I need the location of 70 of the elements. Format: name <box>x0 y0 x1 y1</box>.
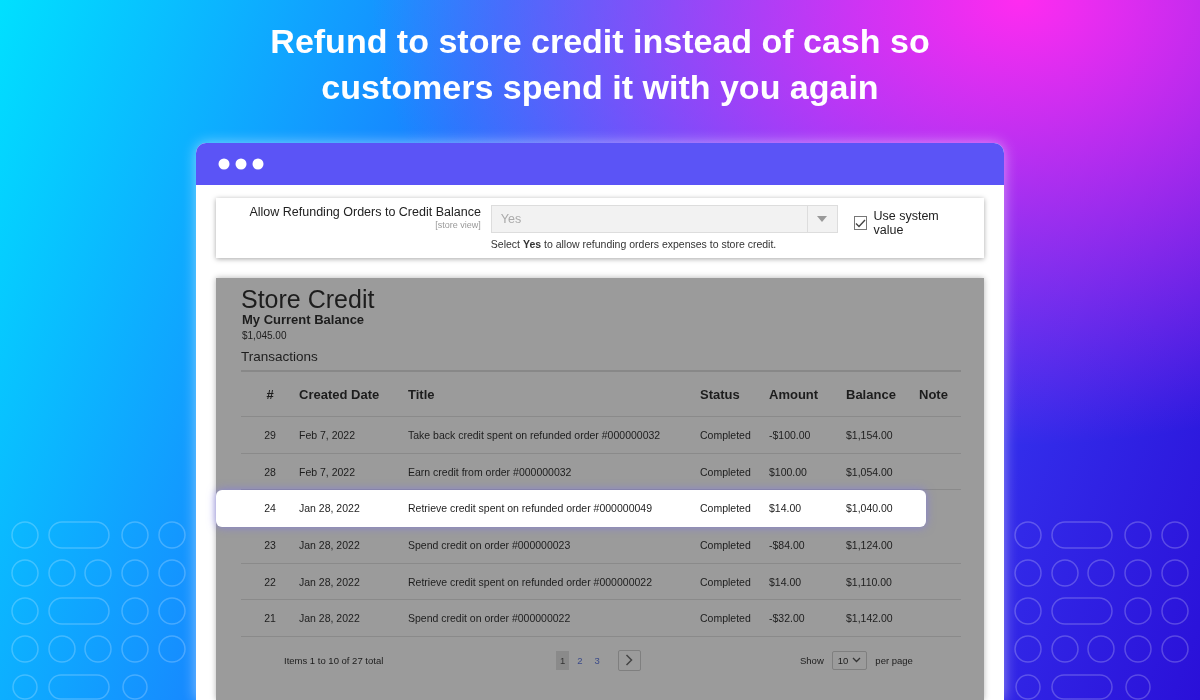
table-cell-text: $14.00 <box>769 502 803 515</box>
section-heading: Transactions <box>241 349 961 372</box>
column-header: Created Date <box>299 386 381 402</box>
table-row[interactable]: 29 Feb 7, 2022 Take back credit spent on refunded order #000000032 Completed -$100.00 $1,154.00 <box>241 417 961 454</box>
table-cell-text: $14.00 <box>769 575 803 588</box>
table-cell-text: 29 <box>263 428 277 441</box>
table-cell-text: 22 <box>263 575 277 588</box>
table-cell-text: Retrieve credit spent on refunded order #000000049 <box>408 502 653 515</box>
dropdown-arrow-icon <box>817 216 828 222</box>
table-cell-text: $1,142.00 <box>846 612 894 625</box>
table-cell-text: -$32.00 <box>769 612 806 625</box>
page-link[interactable]: 1 <box>556 650 570 670</box>
table-cell-text: Earn credit from order #000000032 <box>408 465 573 478</box>
per-page-label: per page <box>875 654 913 666</box>
table-row[interactable]: 21 Jan 28, 2022 Spend credit on order #000000022 Completed -$32.00 $1,142.00 <box>241 600 961 638</box>
column-header: Status <box>700 386 741 402</box>
column-header: Balance <box>846 386 897 402</box>
table-cell-text: Jan 28, 2022 <box>299 575 361 588</box>
page-title: Store Credit <box>241 286 376 312</box>
table-cell-text: Completed <box>700 502 752 515</box>
column-header: Amount <box>769 386 820 402</box>
show-label: Show <box>800 654 824 666</box>
items-summary: Items 1 to 10 of 27 total <box>284 654 385 666</box>
balance-value: $1,045.00 <box>242 330 288 341</box>
table-cell-text: Completed <box>700 428 752 441</box>
table-cell-text: Spend credit on order #000000022 <box>408 612 572 625</box>
chevron-right-icon <box>625 654 634 667</box>
table-cell-text: $1,124.00 <box>846 538 894 551</box>
table-cell-text: Completed <box>700 465 752 478</box>
column-header: # <box>265 386 275 402</box>
table-cell-text: 24 <box>263 502 277 515</box>
table-cell-text: Retrieve credit spent on refunded order #000000022 <box>408 575 653 588</box>
table-cell-text: Take back credit spent on refunded order #000000032 <box>408 428 662 441</box>
system-value-checkbox[interactable]: Use system value <box>853 209 970 237</box>
table-cell-text: Jan 28, 2022 <box>299 502 361 515</box>
table-cell-text: Jan 28, 2022 <box>299 612 361 625</box>
column-header: Note <box>919 386 949 402</box>
table-cell-text: Completed <box>700 538 752 551</box>
page-link[interactable]: 3 <box>590 650 604 670</box>
table-cell-text: $1,040.00 <box>846 502 894 515</box>
table-cell-text: Jan 28, 2022 <box>299 538 361 551</box>
page-link[interactable]: 2 <box>573 650 587 670</box>
table-row[interactable]: 23 Jan 28, 2022 Spend credit on order #000000023 Completed -$84.00 $1,124.00 <box>241 527 961 564</box>
chevron-down-icon <box>852 657 862 664</box>
table-cell-text: Completed <box>700 575 752 588</box>
table-cell-text: $1,110.00 <box>846 575 893 588</box>
table-cell-text: -$84.00 <box>769 538 806 551</box>
table-cell-text: Spend credit on order #000000023 <box>408 538 572 551</box>
table-cell-text: 23 <box>263 538 277 551</box>
table-row[interactable]: 24 Jan 28, 2022 Retrieve credit spent on refunded order #000000049 Completed $14.00 $1,040.00 <box>216 490 926 528</box>
table-cell-text: Completed <box>700 612 752 625</box>
hint-text: Select Yes to allow refunding orders expenses to store credit. <box>490 238 778 250</box>
table-cell-text: Feb 7, 2022 <box>299 428 357 441</box>
setting-label: Allow Refunding Orders to Credit Balance <box>249 205 481 220</box>
table-cell-text: 28 <box>263 465 277 478</box>
table-row[interactable]: 22 Jan 28, 2022 Retrieve credit spent on refunded order #000000022 Completed $14.00 $1,110.00 <box>241 563 961 601</box>
next-page-button[interactable] <box>617 649 641 671</box>
checkbox[interactable] <box>853 216 868 230</box>
table-cell-text: $100.00 <box>769 465 808 478</box>
table-cell-text: -$100.00 <box>769 428 812 441</box>
per-page-select[interactable]: 10 <box>831 650 868 670</box>
table-cell-text: $1,154.00 <box>846 428 894 441</box>
window-controls-icon <box>218 158 264 170</box>
headline-text: Refund to store credit instead of cash so customers spend it with you again <box>269 21 931 108</box>
column-header: Title <box>408 386 436 402</box>
table-cell-text: Feb 7, 2022 <box>299 465 357 478</box>
scope-label: [store view] <box>435 220 481 230</box>
table-cell-text: 21 <box>263 612 277 625</box>
balance-label: My Current Balance <box>242 312 366 328</box>
table-cell-text: $1,054.00 <box>846 465 894 478</box>
